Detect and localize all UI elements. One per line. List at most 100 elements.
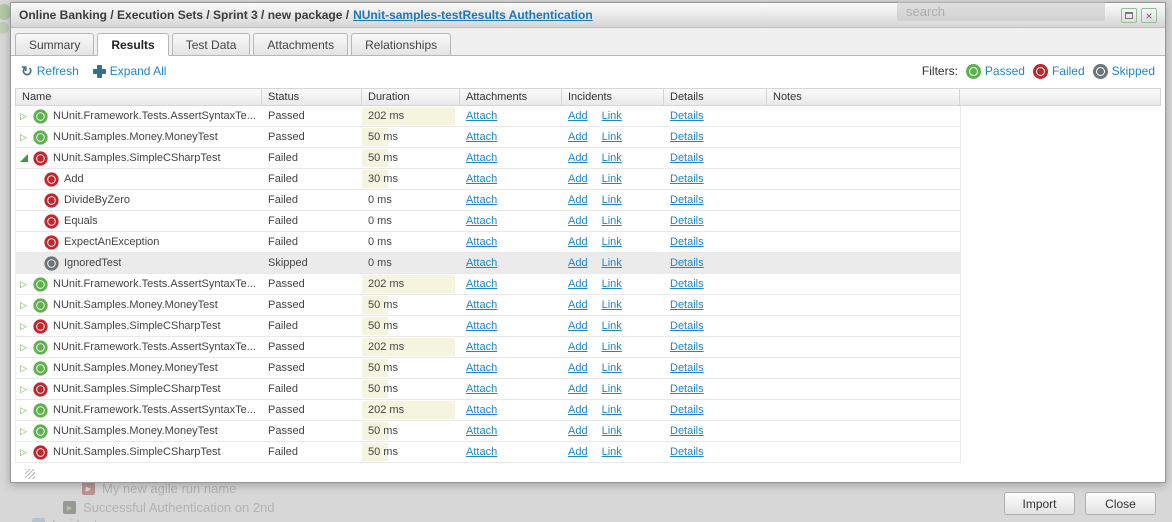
link-incident-link[interactable]: Link [602, 446, 622, 458]
details-link[interactable]: Details [670, 404, 704, 416]
attach-link[interactable]: Attach [466, 173, 497, 185]
attach-link[interactable]: Attach [466, 404, 497, 416]
add-incident-link[interactable]: Add [568, 425, 588, 437]
attach-link[interactable]: Attach [466, 320, 497, 332]
details-link[interactable]: Details [670, 278, 704, 290]
link-incident-link[interactable]: Link [602, 383, 622, 395]
add-incident-link[interactable]: Add [568, 236, 588, 248]
expand-collapsed-icon[interactable]: ▷ [20, 279, 33, 290]
details-link[interactable]: Details [670, 341, 704, 353]
details-link[interactable]: Details [670, 299, 704, 311]
import-button[interactable]: Import [1004, 492, 1075, 515]
expand-collapsed-icon[interactable]: ▷ [20, 132, 33, 143]
link-incident-link[interactable]: Link [602, 299, 622, 311]
close-dialog-button[interactable]: Close [1085, 492, 1156, 515]
link-incident-link[interactable]: Link [602, 110, 622, 122]
table-row[interactable]: ▷NUnit.Framework.Tests.AssertSyntaxTe...… [16, 106, 961, 127]
table-row[interactable]: ▷NUnit.Samples.Money.MoneyTestPassed50 m… [16, 295, 961, 316]
link-incident-link[interactable]: Link [602, 341, 622, 353]
expand-all-button[interactable]: Expand All [93, 64, 167, 78]
attach-link[interactable]: Attach [466, 383, 497, 395]
expand-collapsed-icon[interactable]: ▷ [20, 426, 33, 437]
expand-collapsed-icon[interactable]: ▷ [20, 405, 33, 416]
details-link[interactable]: Details [670, 152, 704, 164]
add-incident-link[interactable]: Add [568, 131, 588, 143]
add-incident-link[interactable]: Add [568, 194, 588, 206]
link-incident-link[interactable]: Link [602, 236, 622, 248]
details-link[interactable]: Details [670, 173, 704, 185]
expand-collapsed-icon[interactable]: ▷ [20, 321, 33, 332]
filter-failed[interactable]: Failed [1033, 64, 1085, 79]
add-incident-link[interactable]: Add [568, 320, 588, 332]
link-incident-link[interactable]: Link [602, 278, 622, 290]
expand-collapsed-icon[interactable]: ▷ [20, 363, 33, 374]
add-incident-link[interactable]: Add [568, 446, 588, 458]
table-row[interactable]: NUnit.Samples.SimpleCSharpTestFailed50 m… [16, 148, 961, 169]
add-incident-link[interactable]: Add [568, 299, 588, 311]
table-row[interactable]: ▷NUnit.Framework.Tests.AssertSyntaxTe...… [16, 400, 961, 421]
tab-test-data[interactable]: Test Data [172, 33, 251, 56]
add-incident-link[interactable]: Add [568, 404, 588, 416]
expand-collapsed-icon[interactable]: ▷ [20, 384, 33, 395]
add-incident-link[interactable]: Add [568, 173, 588, 185]
link-incident-link[interactable]: Link [602, 152, 622, 164]
column-header-status[interactable]: Status [262, 89, 362, 105]
link-incident-link[interactable]: Link [602, 404, 622, 416]
expand-collapsed-icon[interactable]: ▷ [20, 447, 33, 458]
details-link[interactable]: Details [670, 320, 704, 332]
details-link[interactable]: Details [670, 215, 704, 227]
column-header-notes[interactable]: Notes [767, 89, 960, 105]
link-incident-link[interactable]: Link [602, 131, 622, 143]
table-row[interactable]: ▷NUnit.Samples.SimpleCSharpTestFailed50 … [16, 379, 961, 400]
tab-summary[interactable]: Summary [15, 33, 94, 56]
link-incident-link[interactable]: Link [602, 425, 622, 437]
details-link[interactable]: Details [670, 131, 704, 143]
close-button[interactable] [1141, 8, 1157, 23]
details-link[interactable]: Details [670, 236, 704, 248]
table-row[interactable]: ExpectAnExceptionFailed0 msAttachAddLink… [16, 232, 961, 253]
link-incident-link[interactable]: Link [602, 215, 622, 227]
table-row[interactable]: ▷NUnit.Framework.Tests.AssertSyntaxTe...… [16, 337, 961, 358]
column-header-duration[interactable]: Duration [362, 89, 460, 105]
add-incident-link[interactable]: Add [568, 152, 588, 164]
table-row[interactable]: ▷NUnit.Samples.Money.MoneyTestPassed50 m… [16, 127, 961, 148]
table-row[interactable]: IgnoredTestSkipped0 msAttachAddLinkDetai… [16, 253, 961, 274]
add-incident-link[interactable]: Add [568, 383, 588, 395]
details-link[interactable]: Details [670, 383, 704, 395]
add-incident-link[interactable]: Add [568, 341, 588, 353]
expand-collapsed-icon[interactable]: ▷ [20, 342, 33, 353]
details-link[interactable]: Details [670, 110, 704, 122]
filter-passed[interactable]: Passed [966, 64, 1025, 79]
table-row[interactable]: ▷NUnit.Samples.Money.MoneyTestPassed50 m… [16, 358, 961, 379]
attach-link[interactable]: Attach [466, 341, 497, 353]
refresh-button[interactable]: ↻ Refresh [21, 64, 79, 78]
table-row[interactable]: ▷NUnit.Samples.Money.MoneyTestPassed50 m… [16, 421, 961, 442]
column-header-name[interactable]: Name [16, 89, 262, 105]
expand-expanded-icon[interactable] [20, 154, 28, 162]
table-row[interactable]: ▷NUnit.Samples.SimpleCSharpTestFailed50 … [16, 442, 961, 463]
expand-collapsed-icon[interactable]: ▷ [20, 111, 33, 122]
expand-collapsed-icon[interactable]: ▷ [20, 300, 33, 311]
attach-link[interactable]: Attach [466, 215, 497, 227]
details-link[interactable]: Details [670, 257, 704, 269]
filter-skipped[interactable]: Skipped [1093, 64, 1155, 79]
column-header-attachments[interactable]: Attachments [460, 89, 562, 105]
attach-link[interactable]: Attach [466, 257, 497, 269]
link-incident-link[interactable]: Link [602, 173, 622, 185]
attach-link[interactable]: Attach [466, 446, 497, 458]
attach-link[interactable]: Attach [466, 152, 497, 164]
table-row[interactable]: EqualsFailed0 msAttachAddLinkDetails [16, 211, 961, 232]
attach-link[interactable]: Attach [466, 299, 497, 311]
add-incident-link[interactable]: Add [568, 257, 588, 269]
tab-relationships[interactable]: Relationships [351, 33, 451, 56]
add-incident-link[interactable]: Add [568, 278, 588, 290]
link-incident-link[interactable]: Link [602, 362, 622, 374]
details-link[interactable]: Details [670, 446, 704, 458]
add-incident-link[interactable]: Add [568, 362, 588, 374]
add-incident-link[interactable]: Add [568, 215, 588, 227]
title-test-link[interactable]: NUnit-samples-testResults Authentication [353, 8, 593, 22]
column-header-incidents[interactable]: Incidents [562, 89, 664, 105]
details-link[interactable]: Details [670, 194, 704, 206]
attach-link[interactable]: Attach [466, 278, 497, 290]
table-row[interactable]: ▷NUnit.Framework.Tests.AssertSyntaxTe...… [16, 274, 961, 295]
